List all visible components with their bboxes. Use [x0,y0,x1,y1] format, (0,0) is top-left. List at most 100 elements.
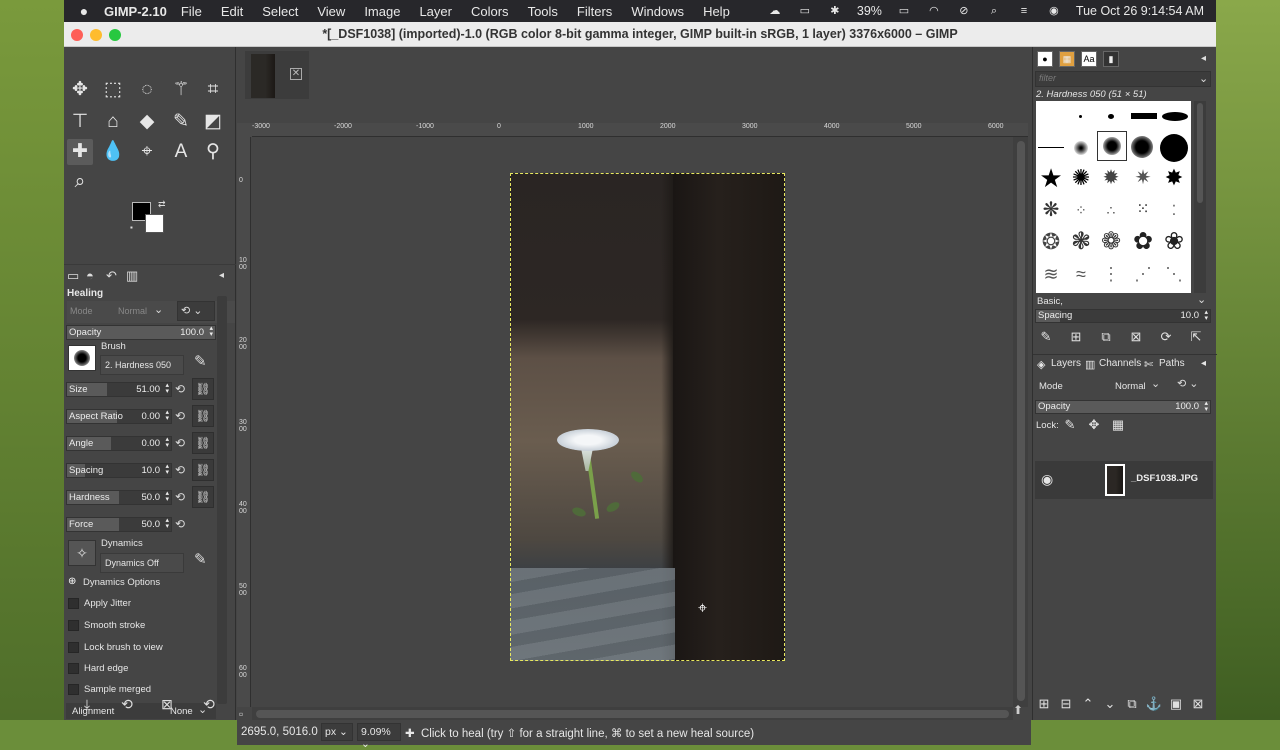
images-tab-icon[interactable]: ▥ [126,268,138,284]
brush-item[interactable] [1036,133,1066,163]
opacity-slider[interactable]: Opacity 100.0 ▴ ▾ [66,325,216,340]
app-menu[interactable]: GIMP-2.10 [104,4,167,19]
brush-item[interactable]: ❁ [1096,227,1126,257]
brush-filter-input[interactable]: filter [1035,71,1211,87]
layer-mask-icon[interactable]: ▣ [1167,695,1185,713]
brush-item[interactable] [1129,101,1159,131]
raise-layer-icon[interactable]: ⌃ [1079,695,1097,713]
refresh-brushes-icon[interactable]: ⟳ [1157,328,1175,346]
reset-spacing-icon[interactable]: ⟲ [175,463,189,478]
spacing-slider[interactable]: Spacing 10.0 ▴ ▾ [66,463,172,478]
edit-brush-icon[interactable]: ✎ [194,352,207,370]
warp-transform-tool-icon[interactable]: ⌂ [100,109,126,135]
unit-select[interactable]: px ⌄ [321,723,353,741]
spotlight-search-icon[interactable]: ⌕ [986,5,1002,17]
link-aspect-ratio-icon[interactable]: ⛓ [192,405,214,427]
move-tool-icon[interactable]: ✥ [67,77,93,103]
reset-aspect-ratio-icon[interactable]: ⟲ [175,409,189,424]
layer-mode-dropdown-icon[interactable]: ⌄ [1151,377,1160,390]
brush-item[interactable]: ✷ [1128,163,1158,193]
zoom-tool-icon[interactable]: ⌕ [67,169,93,195]
eraser-tool-icon[interactable]: ◩ [200,109,226,135]
brush-item[interactable]: ⁙ [1128,195,1158,225]
brush-item[interactable]: ❋ [1036,195,1066,225]
healing-tool-icon[interactable]: ✚ [67,139,93,165]
brush-item[interactable]: ✿ [1128,227,1158,257]
menu-image[interactable]: Image [364,4,400,19]
brushes-tab-icon[interactable]: ● [1037,51,1053,67]
angle-slider[interactable]: Angle 0.00 ▴ ▾ [66,436,172,451]
brush-item[interactable]: ≋ [1036,259,1066,289]
navigate-image-icon[interactable]: ⬆ [1013,703,1028,718]
brush-item[interactable]: ❀ [1159,227,1189,257]
color-picker-tool-icon[interactable]: ⚲ [200,139,226,165]
brush-item[interactable]: ≈ [1066,259,1096,289]
lock-alpha-icon[interactable]: ▦ [1109,416,1127,434]
brush-grid-scrollbar[interactable] [1194,101,1206,293]
link-hardness-icon[interactable]: ⛓ [192,486,214,508]
open-brush-as-image-icon[interactable]: ⇱ [1187,328,1205,346]
link-angle-icon[interactable]: ⛓ [192,432,214,454]
brush-item[interactable]: ❃ [1066,227,1096,257]
reset-tool-options-icon[interactable]: ⟲ [200,696,218,713]
menu-select[interactable]: Select [262,4,298,19]
sample-merged-checkbox[interactable] [68,684,79,695]
brush-item[interactable]: ❂ [1036,227,1066,257]
brush-item[interactable] [1096,101,1126,131]
brushes-configure-icon[interactable]: ◂ [1201,53,1206,64]
paintbrush-tool-icon[interactable]: ✎ [168,109,194,135]
new-layer-group-icon[interactable]: ⊟ [1057,695,1075,713]
patterns-tab-icon[interactable]: ▦ [1059,51,1075,67]
clock[interactable]: Tue Oct 26 9:14:54 AM [1076,4,1204,18]
zoom-select[interactable]: 9.09% ⌄ [357,723,401,750]
layers-tab[interactable]: Layers [1051,358,1081,369]
new-layer-icon[interactable]: ⊞ [1035,695,1053,713]
cloud-icon[interactable]: ☁ [767,5,783,17]
dynamics-field[interactable]: Dynamics Off [100,553,184,573]
lasso-tool-icon[interactable]: ◌ [134,77,160,103]
apple-menu-icon[interactable]: ● [64,3,104,19]
save-tool-preset-icon[interactable]: ⤓ [78,696,96,713]
lock-brush-checkbox[interactable] [68,642,79,653]
channels-tab[interactable]: Channels [1099,358,1141,369]
brush-item[interactable]: ✺ [1066,163,1096,193]
brush-item[interactable]: ✸ [1159,163,1189,193]
siri-icon[interactable]: ◉ [1046,5,1062,17]
mode-select[interactable]: Normal [118,306,147,316]
visibility-eye-icon[interactable]: ◉ [1041,471,1053,488]
bluetooth-icon[interactable]: ✱ [827,5,843,17]
canvas-vertical-scrollbar[interactable] [1013,137,1028,707]
restore-tool-preset-icon[interactable]: ⟲ [118,696,136,713]
rect-select-tool-icon[interactable]: ⬚ [100,77,126,103]
link-size-icon[interactable]: ⛓ [192,378,214,400]
layer-mode-select[interactable]: Normal [1115,381,1146,392]
expand-dynamics-icon[interactable]: ⊕ [68,576,76,587]
vertical-ruler[interactable]: 0 1000 2000 3000 4000 5000 6000 [237,137,251,707]
brush-grid[interactable]: ★ ✺ ✹ ✷ ✸ ❋ ⁘ ∴ ⁙ ⁚ ❂ ❃ ❁ ✿ ❀ ≋ ≈ ⋮ ⋰ ⋱ [1036,101,1191,293]
lock-pixels-icon[interactable]: ✎ [1061,416,1079,434]
dynamics-options-expander[interactable]: Dynamics Options [83,577,160,588]
delete-brush-icon[interactable]: ⊠ [1127,328,1145,346]
undo-history-tab-icon[interactable]: ↶ [106,268,117,284]
close-image-tab-icon[interactable]: ✕ [290,68,302,80]
reset-force-icon[interactable]: ⟲ [175,517,189,532]
battery-icon[interactable]: ▭ [896,5,912,17]
dynamics-preview[interactable]: ✧ [68,540,96,566]
tool-options-scrollbar[interactable] [217,296,227,704]
menu-help[interactable]: Help [703,4,730,19]
smooth-stroke-checkbox[interactable] [68,620,79,631]
default-colors-icon[interactable]: ▪ [130,223,133,232]
delete-layer-icon[interactable]: ⊠ [1189,695,1207,713]
canvas-viewport[interactable]: ⌖ [252,137,1013,708]
layer-blend-space-icon[interactable]: ⟲ ⌄ [1177,377,1199,390]
menu-layer[interactable]: Layer [419,4,452,19]
text-tool-icon[interactable]: A [168,139,194,165]
wifi-icon[interactable]: ◠ [926,5,942,17]
paths-tool-icon[interactable]: ⌖ [134,139,160,165]
brush-item[interactable]: ⁘ [1066,195,1096,225]
swap-colors-icon[interactable]: ⇄ [158,199,166,210]
layer-row[interactable]: ◉ _DSF1038.JPG [1035,461,1213,499]
brush-item[interactable]: ∴ [1096,195,1126,225]
brush-item[interactable] [1066,101,1096,131]
brush-preview[interactable] [68,345,96,371]
